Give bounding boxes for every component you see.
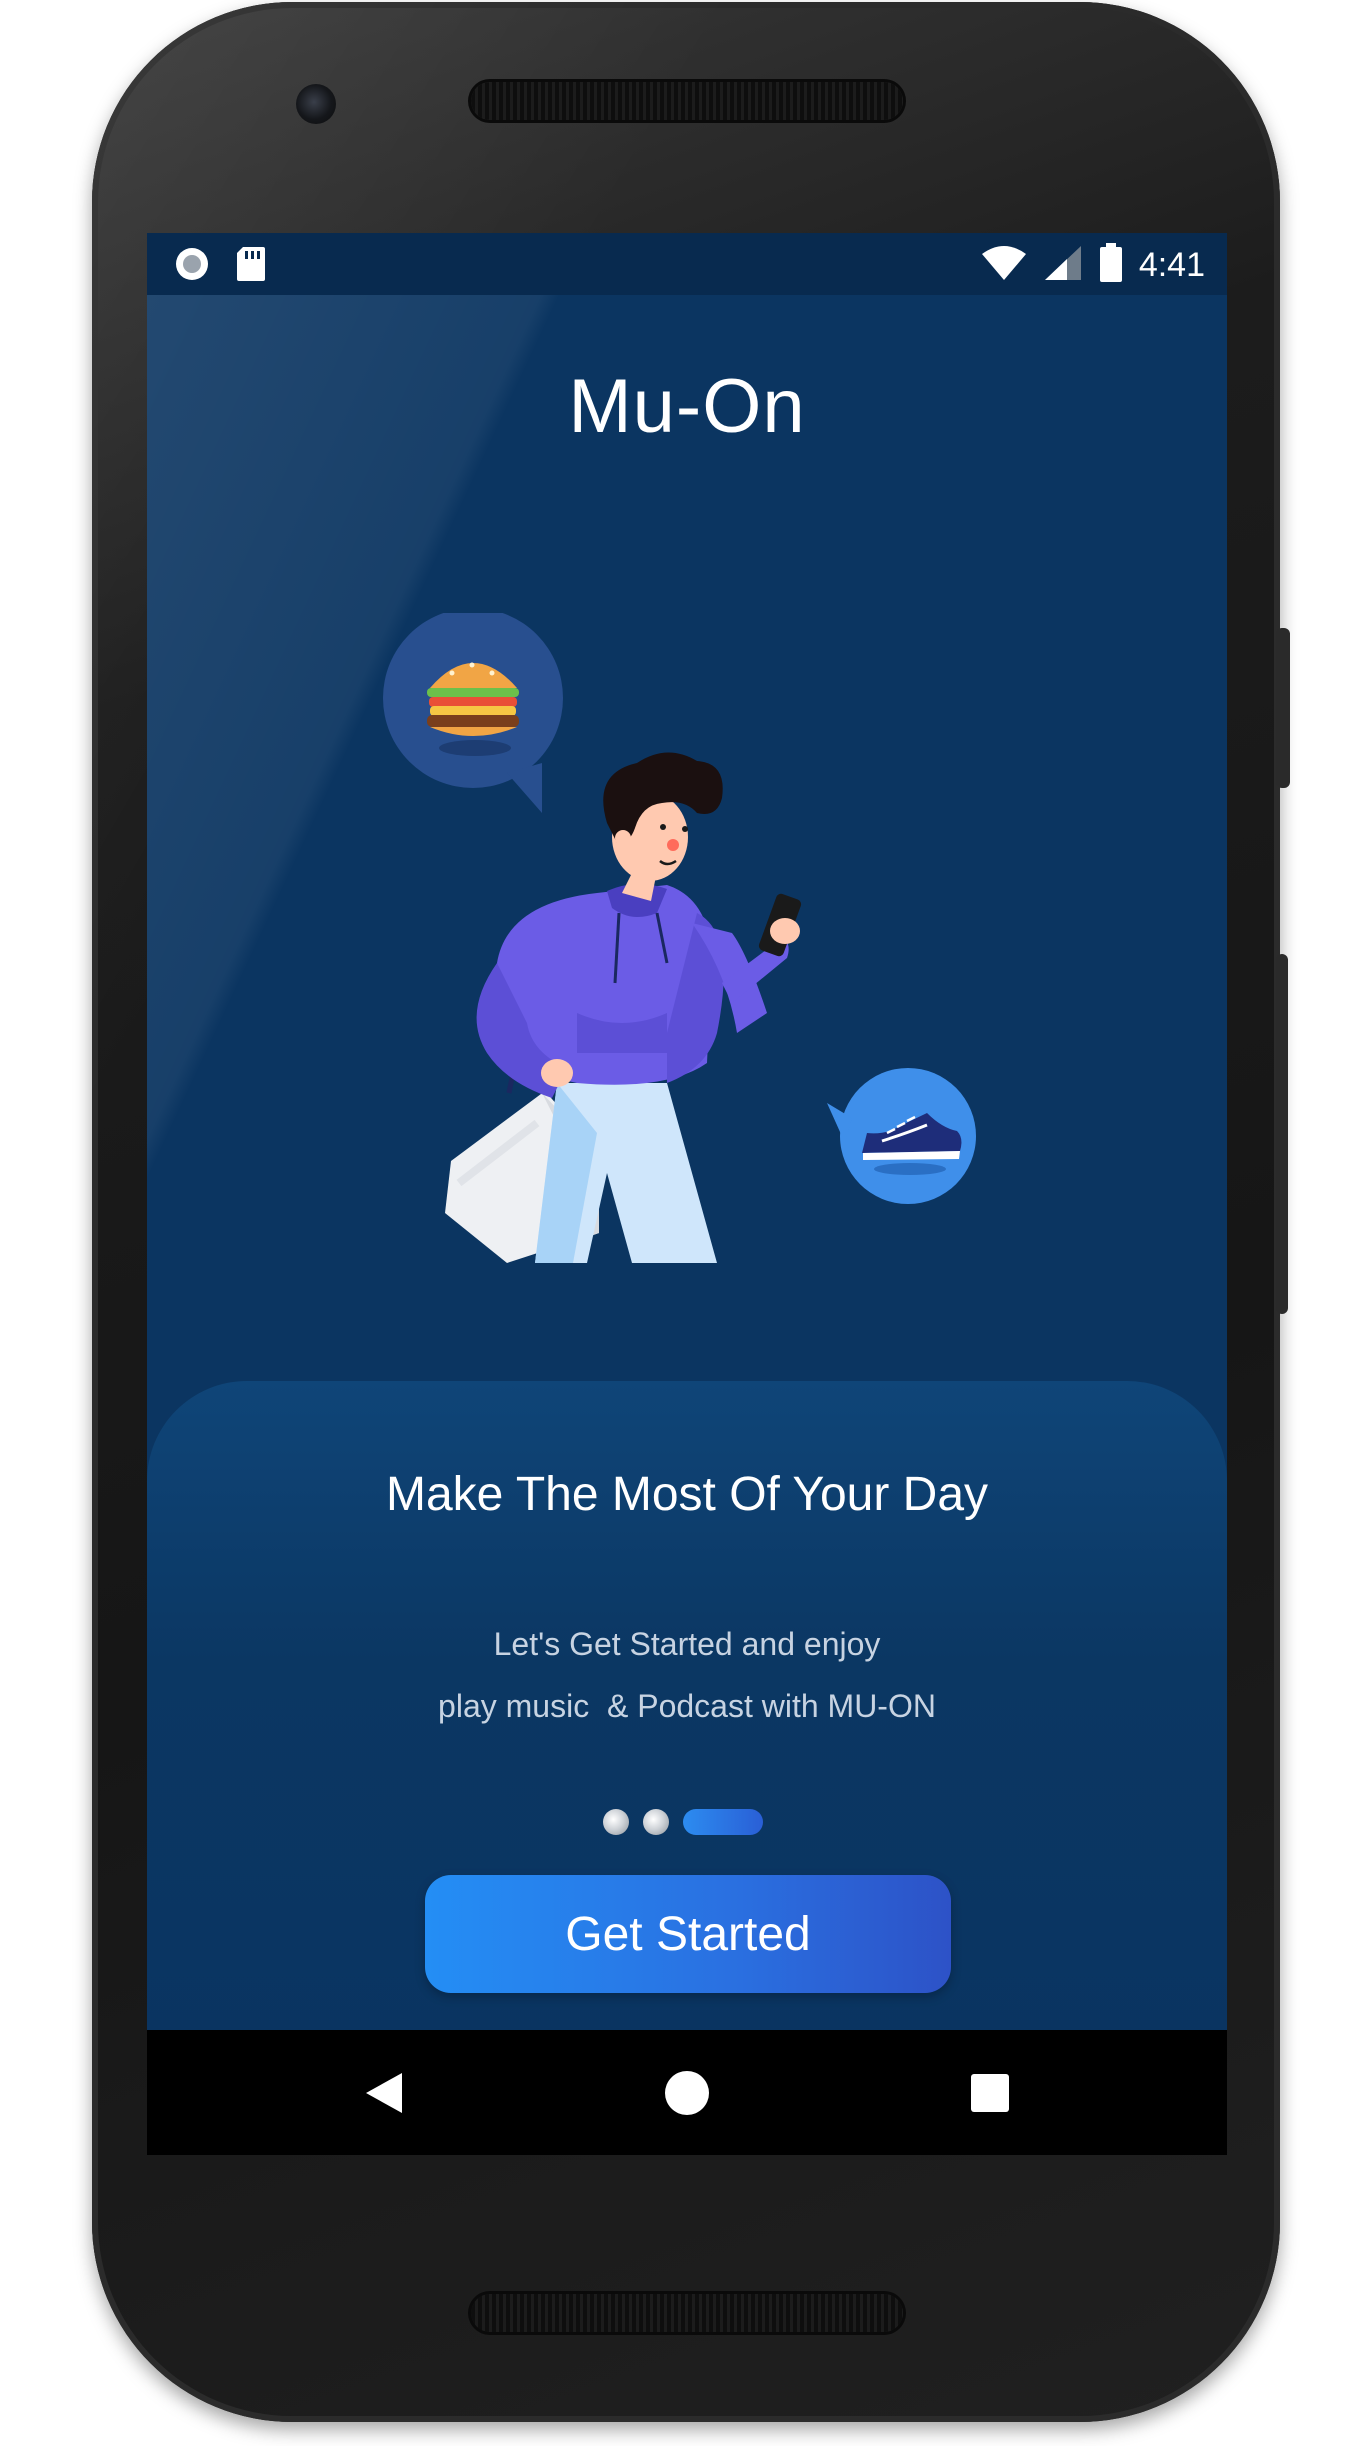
phone-in-hand-illustration <box>758 893 802 957</box>
power-button <box>1276 628 1290 788</box>
onboarding-heading: Make The Most Of Your Day <box>385 1468 989 1521</box>
back-icon <box>366 2073 402 2113</box>
head-illustration <box>603 752 723 901</box>
status-bar: 4:41 <box>147 233 1227 295</box>
volume-rocker <box>1276 954 1288 1314</box>
sd-card-icon <box>235 245 267 287</box>
onboarding-description-line-2: play music & Podcast with MU-ON <box>438 1688 936 1724</box>
onboarding-description-line-1: Let's Get Started and enjoy <box>493 1626 881 1662</box>
page-dot-3-active[interactable] <box>683 1809 763 1835</box>
legs-illustration <box>535 1083 717 1263</box>
page-dot-1[interactable] <box>603 1809 629 1835</box>
page-indicator <box>603 1809 763 1835</box>
recents-icon <box>971 2074 1009 2112</box>
navigation-bar <box>147 2030 1227 2155</box>
get-started-button[interactable]: Get Started <box>425 1875 951 1993</box>
record-icon <box>173 245 211 287</box>
front-camera <box>296 84 336 124</box>
home-button[interactable] <box>652 2058 722 2128</box>
signal-icon <box>1043 244 1083 286</box>
wifi-icon <box>981 244 1027 286</box>
bottom-speaker <box>471 2294 903 2332</box>
recents-button[interactable] <box>955 2058 1025 2128</box>
status-time: 4:41 <box>1138 246 1205 284</box>
screen: 4:41 Mu-On Make The Most Of Your Day Let… <box>147 233 1227 2155</box>
home-icon <box>665 2071 709 2115</box>
page-dot-2[interactable] <box>643 1809 669 1835</box>
burger-bubble <box>383 613 563 813</box>
battery-icon <box>1099 243 1123 287</box>
hoodie-illustration <box>476 883 789 1098</box>
back-button[interactable] <box>349 2058 419 2128</box>
onboarding-description: Let's Get Started and enjoy play music &… <box>147 1613 1227 1737</box>
app-title: Mu-On <box>568 364 806 449</box>
sneaker-bubble <box>827 1068 976 1204</box>
earpiece-speaker <box>471 82 903 120</box>
